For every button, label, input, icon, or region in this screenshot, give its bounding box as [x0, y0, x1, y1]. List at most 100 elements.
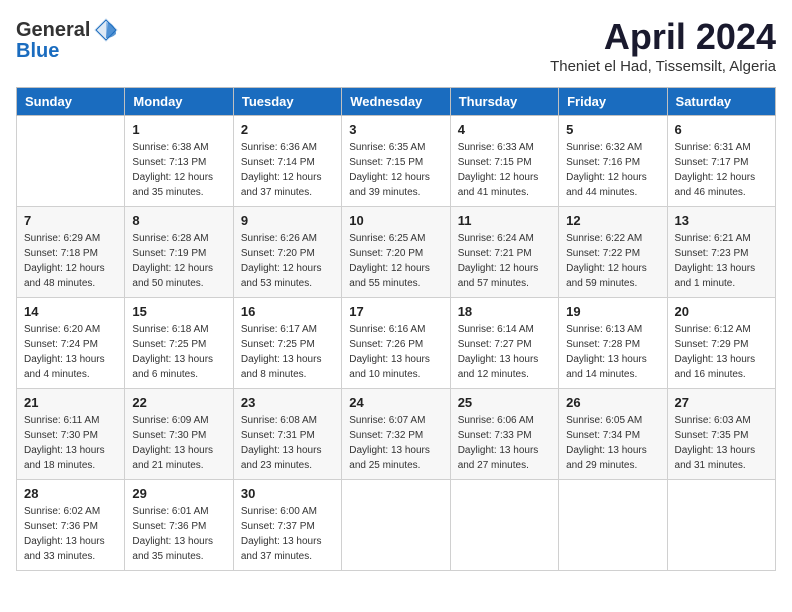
daylight: Daylight: 12 hours and 39 minutes.: [349, 172, 430, 198]
day-number: 25: [458, 395, 551, 410]
day-number: 23: [241, 395, 334, 410]
sunset: Sunset: 7:29 PM: [675, 339, 749, 350]
day-number: 7: [24, 213, 117, 228]
sunset: Sunset: 7:36 PM: [132, 521, 206, 532]
sunrise: Sunrise: 6:24 AM: [458, 233, 534, 244]
sunrise: Sunrise: 6:31 AM: [675, 142, 751, 153]
day-info: Sunrise: 6:02 AM Sunset: 7:36 PM Dayligh…: [24, 504, 117, 564]
calendar-cell: 29 Sunrise: 6:01 AM Sunset: 7:36 PM Dayl…: [125, 480, 233, 571]
calendar-table: SundayMondayTuesdayWednesdayThursdayFrid…: [16, 87, 776, 571]
day-info: Sunrise: 6:08 AM Sunset: 7:31 PM Dayligh…: [241, 413, 334, 473]
day-info: Sunrise: 6:07 AM Sunset: 7:32 PM Dayligh…: [349, 413, 442, 473]
calendar-header-thursday: Thursday: [450, 88, 558, 116]
sunrise: Sunrise: 6:26 AM: [241, 233, 317, 244]
day-info: Sunrise: 6:06 AM Sunset: 7:33 PM Dayligh…: [458, 413, 551, 473]
sunset: Sunset: 7:20 PM: [349, 248, 423, 259]
daylight: Daylight: 12 hours and 59 minutes.: [566, 263, 647, 289]
sunrise: Sunrise: 6:25 AM: [349, 233, 425, 244]
sunrise: Sunrise: 6:08 AM: [241, 415, 317, 426]
sunset: Sunset: 7:37 PM: [241, 521, 315, 532]
day-info: Sunrise: 6:24 AM Sunset: 7:21 PM Dayligh…: [458, 231, 551, 291]
day-number: 15: [132, 304, 225, 319]
sunset: Sunset: 7:22 PM: [566, 248, 640, 259]
daylight: Daylight: 13 hours and 12 minutes.: [458, 354, 539, 380]
sunset: Sunset: 7:18 PM: [24, 248, 98, 259]
calendar-cell: 2 Sunrise: 6:36 AM Sunset: 7:14 PM Dayli…: [233, 116, 341, 207]
sunrise: Sunrise: 6:02 AM: [24, 506, 100, 517]
day-number: 9: [241, 213, 334, 228]
sunset: Sunset: 7:25 PM: [241, 339, 315, 350]
calendar-cell: 23 Sunrise: 6:08 AM Sunset: 7:31 PM Dayl…: [233, 389, 341, 480]
calendar-cell: 9 Sunrise: 6:26 AM Sunset: 7:20 PM Dayli…: [233, 207, 341, 298]
day-number: 29: [132, 486, 225, 501]
sunrise: Sunrise: 6:28 AM: [132, 233, 208, 244]
daylight: Daylight: 13 hours and 27 minutes.: [458, 445, 539, 471]
calendar-cell: 8 Sunrise: 6:28 AM Sunset: 7:19 PM Dayli…: [125, 207, 233, 298]
day-number: 11: [458, 213, 551, 228]
sunset: Sunset: 7:32 PM: [349, 430, 423, 441]
day-number: 30: [241, 486, 334, 501]
daylight: Daylight: 13 hours and 10 minutes.: [349, 354, 430, 380]
sunrise: Sunrise: 6:18 AM: [132, 324, 208, 335]
sunrise: Sunrise: 6:12 AM: [675, 324, 751, 335]
day-number: 19: [566, 304, 659, 319]
calendar-cell: 20 Sunrise: 6:12 AM Sunset: 7:29 PM Dayl…: [667, 298, 775, 389]
sunrise: Sunrise: 6:17 AM: [241, 324, 317, 335]
sunrise: Sunrise: 6:05 AM: [566, 415, 642, 426]
calendar-week-row: 14 Sunrise: 6:20 AM Sunset: 7:24 PM Dayl…: [17, 298, 776, 389]
sunrise: Sunrise: 6:16 AM: [349, 324, 425, 335]
daylight: Daylight: 13 hours and 18 minutes.: [24, 445, 105, 471]
day-info: Sunrise: 6:36 AM Sunset: 7:14 PM Dayligh…: [241, 140, 334, 200]
calendar-body: 1 Sunrise: 6:38 AM Sunset: 7:13 PM Dayli…: [17, 116, 776, 571]
sunrise: Sunrise: 6:22 AM: [566, 233, 642, 244]
day-number: 20: [675, 304, 768, 319]
sunrise: Sunrise: 6:03 AM: [675, 415, 751, 426]
calendar-cell: 22 Sunrise: 6:09 AM Sunset: 7:30 PM Dayl…: [125, 389, 233, 480]
calendar-cell: 21 Sunrise: 6:11 AM Sunset: 7:30 PM Dayl…: [17, 389, 125, 480]
sunrise: Sunrise: 6:20 AM: [24, 324, 100, 335]
calendar-header-monday: Monday: [125, 88, 233, 116]
calendar-cell: [559, 480, 667, 571]
sunset: Sunset: 7:27 PM: [458, 339, 532, 350]
sunrise: Sunrise: 6:00 AM: [241, 506, 317, 517]
calendar-cell: 16 Sunrise: 6:17 AM Sunset: 7:25 PM Dayl…: [233, 298, 341, 389]
day-info: Sunrise: 6:01 AM Sunset: 7:36 PM Dayligh…: [132, 504, 225, 564]
daylight: Daylight: 12 hours and 46 minutes.: [675, 172, 756, 198]
calendar-cell: [667, 480, 775, 571]
day-number: 1: [132, 122, 225, 137]
calendar-cell: 6 Sunrise: 6:31 AM Sunset: 7:17 PM Dayli…: [667, 116, 775, 207]
calendar-header-saturday: Saturday: [667, 88, 775, 116]
day-info: Sunrise: 6:25 AM Sunset: 7:20 PM Dayligh…: [349, 231, 442, 291]
sunset: Sunset: 7:30 PM: [132, 430, 206, 441]
calendar-cell: 15 Sunrise: 6:18 AM Sunset: 7:25 PM Dayl…: [125, 298, 233, 389]
day-info: Sunrise: 6:18 AM Sunset: 7:25 PM Dayligh…: [132, 322, 225, 382]
day-info: Sunrise: 6:09 AM Sunset: 7:30 PM Dayligh…: [132, 413, 225, 473]
calendar-cell: 24 Sunrise: 6:07 AM Sunset: 7:32 PM Dayl…: [342, 389, 450, 480]
daylight: Daylight: 13 hours and 25 minutes.: [349, 445, 430, 471]
calendar-cell: 3 Sunrise: 6:35 AM Sunset: 7:15 PM Dayli…: [342, 116, 450, 207]
calendar-header-sunday: Sunday: [17, 88, 125, 116]
sunset: Sunset: 7:24 PM: [24, 339, 98, 350]
calendar-cell: 25 Sunrise: 6:06 AM Sunset: 7:33 PM Dayl…: [450, 389, 558, 480]
day-info: Sunrise: 6:00 AM Sunset: 7:37 PM Dayligh…: [241, 504, 334, 564]
sunset: Sunset: 7:25 PM: [132, 339, 206, 350]
day-info: Sunrise: 6:17 AM Sunset: 7:25 PM Dayligh…: [241, 322, 334, 382]
day-info: Sunrise: 6:33 AM Sunset: 7:15 PM Dayligh…: [458, 140, 551, 200]
daylight: Daylight: 13 hours and 23 minutes.: [241, 445, 322, 471]
sunset: Sunset: 7:26 PM: [349, 339, 423, 350]
daylight: Daylight: 13 hours and 31 minutes.: [675, 445, 756, 471]
daylight: Daylight: 13 hours and 14 minutes.: [566, 354, 647, 380]
calendar-cell: 12 Sunrise: 6:22 AM Sunset: 7:22 PM Dayl…: [559, 207, 667, 298]
day-info: Sunrise: 6:28 AM Sunset: 7:19 PM Dayligh…: [132, 231, 225, 291]
day-info: Sunrise: 6:21 AM Sunset: 7:23 PM Dayligh…: [675, 231, 768, 291]
day-info: Sunrise: 6:29 AM Sunset: 7:18 PM Dayligh…: [24, 231, 117, 291]
day-info: Sunrise: 6:32 AM Sunset: 7:16 PM Dayligh…: [566, 140, 659, 200]
sunset: Sunset: 7:14 PM: [241, 157, 315, 168]
sunset: Sunset: 7:21 PM: [458, 248, 532, 259]
sunrise: Sunrise: 6:11 AM: [24, 415, 99, 426]
daylight: Daylight: 13 hours and 21 minutes.: [132, 445, 213, 471]
logo-general-text: General: [16, 19, 90, 42]
daylight: Daylight: 12 hours and 35 minutes.: [132, 172, 213, 198]
sunrise: Sunrise: 6:06 AM: [458, 415, 534, 426]
day-info: Sunrise: 6:12 AM Sunset: 7:29 PM Dayligh…: [675, 322, 768, 382]
